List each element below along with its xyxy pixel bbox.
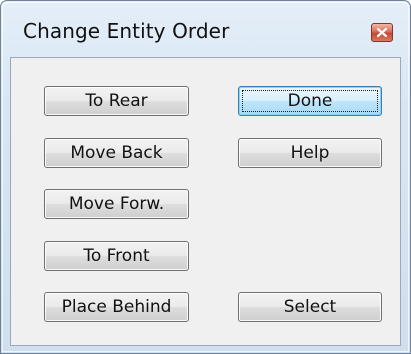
select-button[interactable]: Select <box>238 292 382 322</box>
done-button-label: Done <box>287 91 333 111</box>
to-front-button[interactable]: To Front <box>44 241 189 271</box>
done-button[interactable]: Done <box>238 86 382 116</box>
move-back-button[interactable]: Move Back <box>44 138 189 168</box>
to-rear-button[interactable]: To Rear <box>44 86 189 116</box>
help-button[interactable]: Help <box>238 138 382 168</box>
close-button[interactable] <box>371 23 393 42</box>
title-bar[interactable]: Change Entity Order <box>1 1 410 57</box>
place-behind-button[interactable]: Place Behind <box>44 292 189 322</box>
close-icon <box>377 28 387 37</box>
move-forward-button[interactable]: Move Forw. <box>44 189 189 219</box>
dialog-title: Change Entity Order <box>23 19 230 43</box>
dialog-body: To Rear Move Back Move Forw. To Front Pl… <box>10 57 401 346</box>
change-entity-order-dialog: Change Entity Order To Rear Move Back Mo… <box>0 0 411 354</box>
